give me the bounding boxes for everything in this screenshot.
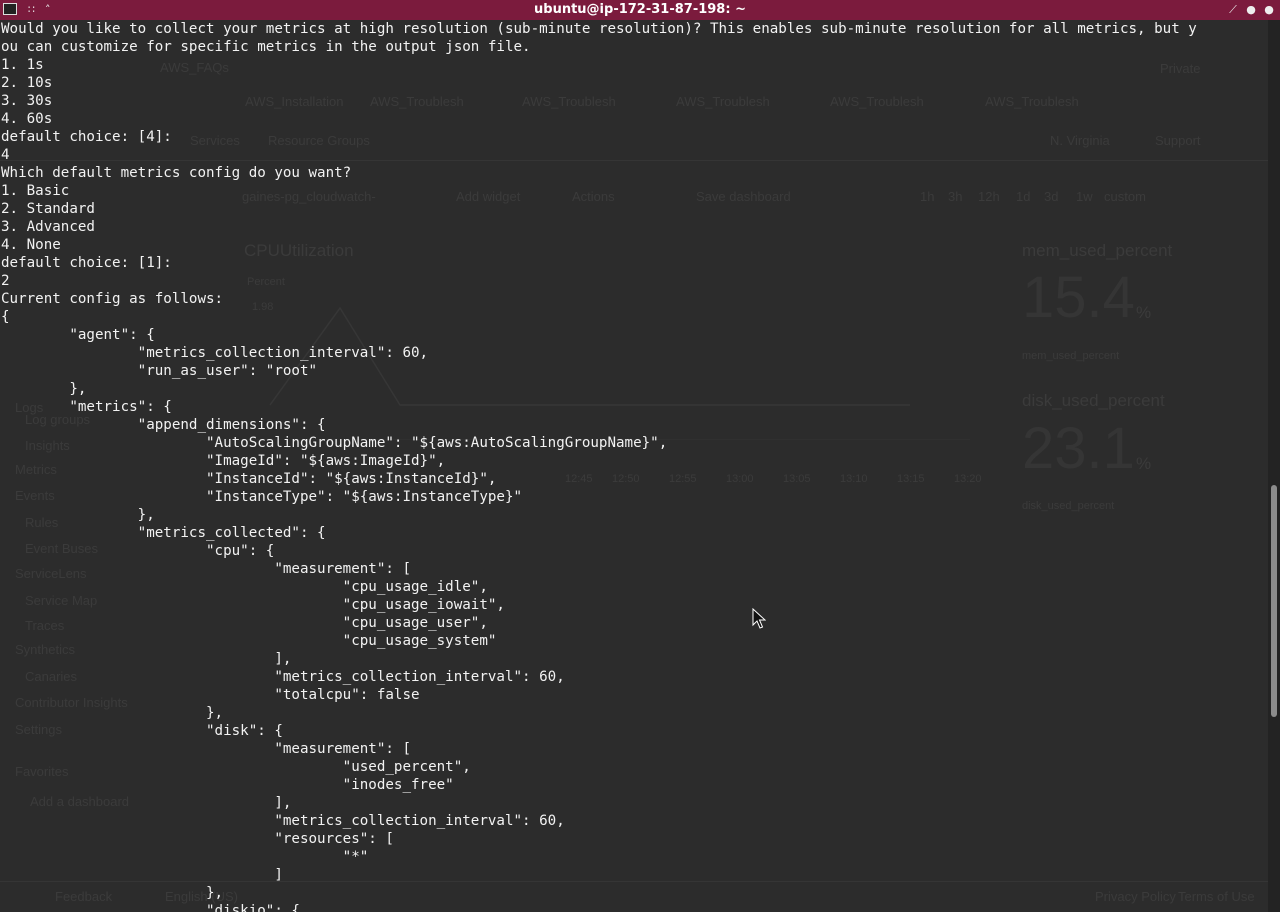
terminal-line: 3. 30s bbox=[1, 93, 53, 109]
terminal-line: 2. Standard bbox=[1, 201, 95, 217]
terminal-line: Which default metrics config do you want… bbox=[1, 165, 352, 181]
terminal-line: Would you like to collect your metrics a… bbox=[1, 21, 1197, 37]
terminal-line: }, bbox=[1, 381, 87, 397]
terminal-line: "cpu_usage_system" bbox=[1, 633, 497, 649]
terminal-line: "metrics_collection_interval": 60, bbox=[1, 345, 429, 361]
minimize-icon[interactable]: ⟋ bbox=[1226, 2, 1240, 18]
terminal-line: "AutoScalingGroupName": "${aws:AutoScali… bbox=[1, 435, 668, 451]
terminal-line: "metrics_collection_interval": 60, bbox=[1, 813, 565, 829]
terminal-line: "metrics_collected": { bbox=[1, 525, 326, 541]
terminal-scrollbar[interactable] bbox=[1268, 20, 1280, 912]
terminal-line: default choice: [1]: bbox=[1, 255, 172, 271]
terminal-viewport[interactable]: Would you like to collect your metrics a… bbox=[0, 20, 1268, 912]
terminal-line: "agent": { bbox=[1, 327, 155, 343]
terminal-line: { bbox=[1, 309, 10, 325]
terminal-line: "InstanceType": "${aws:InstanceType}" bbox=[1, 489, 523, 505]
terminal-line: ], bbox=[1, 651, 292, 667]
terminal-line: ], bbox=[1, 795, 292, 811]
terminal-line: "measurement": [ bbox=[1, 561, 412, 577]
terminal-line: "totalcpu": false bbox=[1, 687, 420, 703]
terminal-line: "cpu_usage_iowait", bbox=[1, 597, 505, 613]
terminal-line: }, bbox=[1, 507, 155, 523]
terminal-line: "inodes_free" bbox=[1, 777, 454, 793]
terminal-line: "used_percent", bbox=[1, 759, 471, 775]
terminal-line: 1. Basic bbox=[1, 183, 70, 199]
terminal-line: ] bbox=[1, 867, 283, 883]
mouse-pointer-icon bbox=[752, 608, 766, 629]
terminal-line: "run_as_user": "root" bbox=[1, 363, 318, 379]
terminal-line: "metrics": { bbox=[1, 399, 172, 415]
terminal-line: "measurement": [ bbox=[1, 741, 412, 757]
terminal-line: "cpu_usage_user", bbox=[1, 615, 488, 631]
terminal-output: Would you like to collect your metrics a… bbox=[0, 20, 1268, 912]
scrollbar-thumb[interactable] bbox=[1271, 485, 1277, 717]
terminal-line: "append_dimensions": { bbox=[1, 417, 326, 433]
terminal-line: 4. None bbox=[1, 237, 61, 253]
terminal-line: "cpu_usage_idle", bbox=[1, 579, 488, 595]
terminal-line: }, bbox=[1, 885, 224, 901]
terminal-line: "disk": { bbox=[1, 723, 283, 739]
terminal-line: "resources": [ bbox=[1, 831, 394, 847]
window-titlebar[interactable]: ∷ ˄ ubuntu@ip-172-31-87-198: ~ ⟋ ● ● bbox=[0, 0, 1280, 20]
terminal-line: 4. 60s bbox=[1, 111, 53, 127]
terminal-line: "InstanceId": "${aws:InstanceId}", bbox=[1, 471, 497, 487]
terminal-line: "diskio": { bbox=[1, 903, 300, 912]
terminal-line: "metrics_collection_interval": 60, bbox=[1, 669, 565, 685]
terminal-line: 2 bbox=[1, 273, 10, 289]
terminal-line: 1. 1s bbox=[1, 57, 44, 73]
maximize-icon[interactable]: ● bbox=[1244, 2, 1258, 18]
window-title: ubuntu@ip-172-31-87-198: ~ bbox=[534, 2, 746, 17]
terminal-line: 3. Advanced bbox=[1, 219, 95, 235]
terminal-line: "*" bbox=[1, 849, 369, 865]
terminal-line: 2. 10s bbox=[1, 75, 53, 91]
terminal-line: 4 bbox=[1, 147, 10, 163]
terminal-line: }, bbox=[1, 705, 224, 721]
terminal-line: ou can customize for specific metrics in… bbox=[1, 39, 531, 55]
terminal-line: "cpu": { bbox=[1, 543, 275, 559]
close-icon[interactable]: ● bbox=[1262, 2, 1276, 18]
terminal-line: "ImageId": "${aws:ImageId}", bbox=[1, 453, 446, 469]
terminal-line: Current config as follows: bbox=[1, 291, 224, 307]
terminal-line: default choice: [4]: bbox=[1, 129, 172, 145]
